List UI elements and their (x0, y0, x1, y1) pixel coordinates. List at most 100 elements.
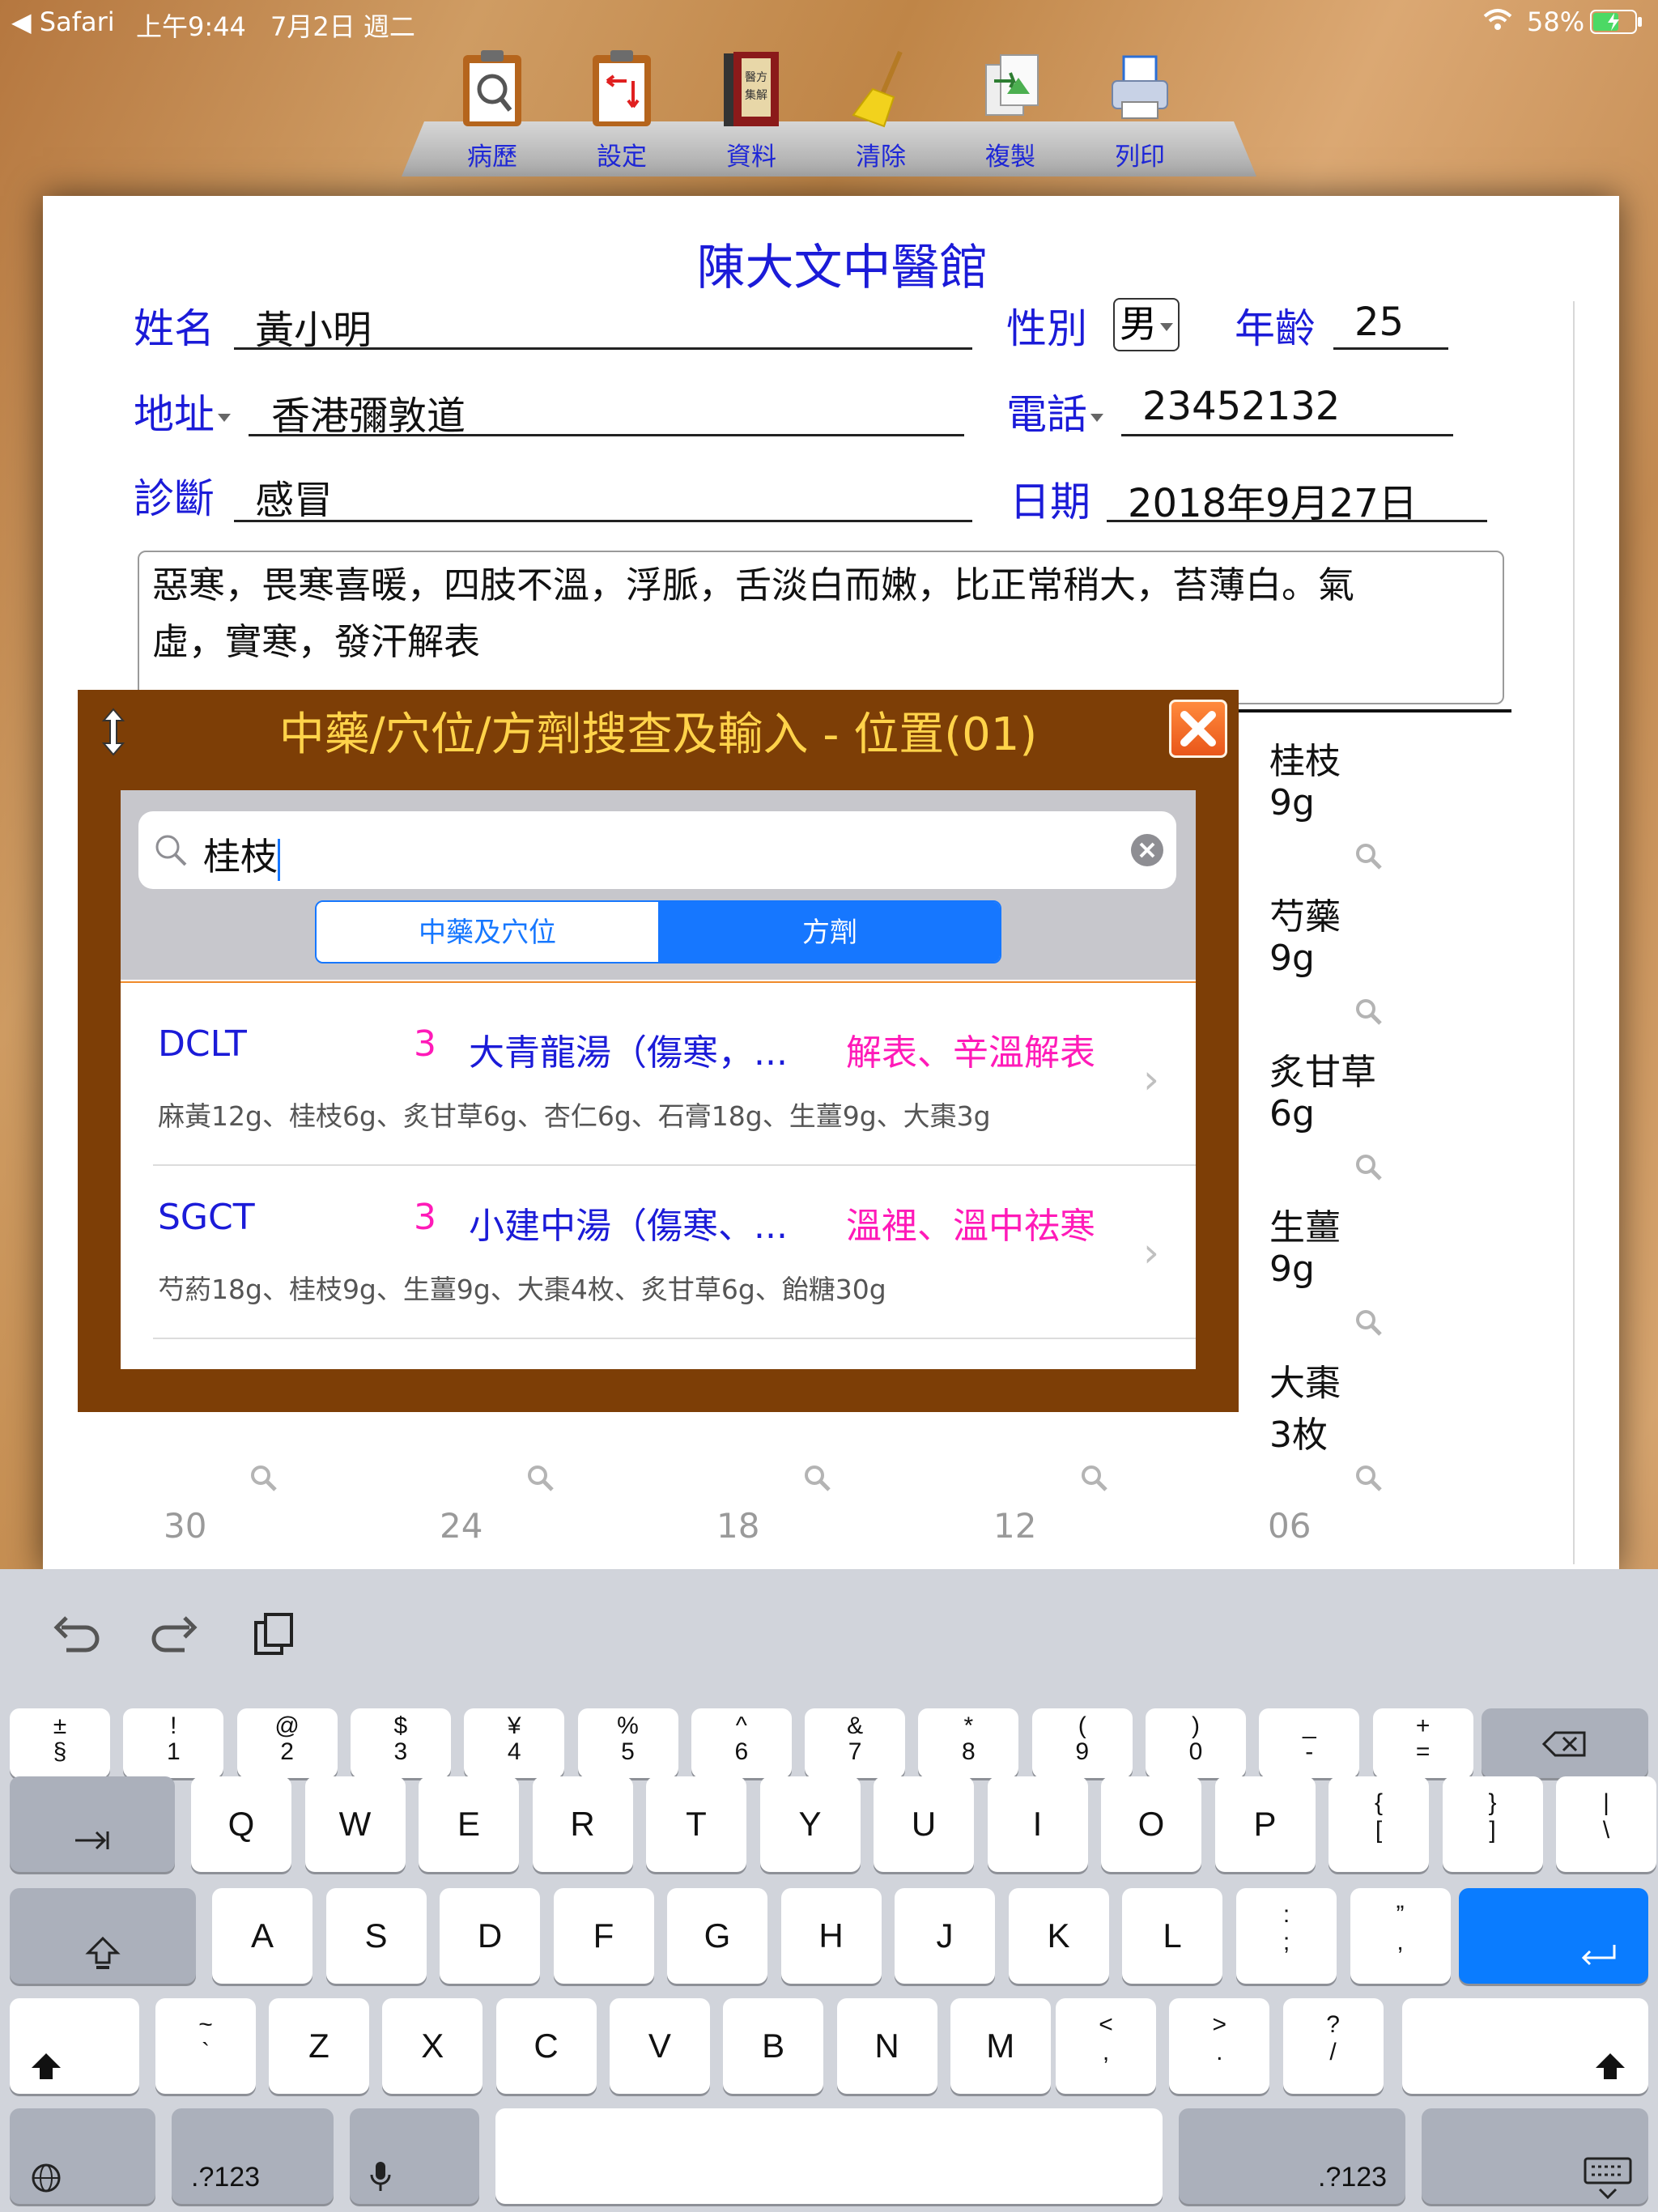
key-q[interactable]: Q (191, 1776, 291, 1872)
caps-lock-key[interactable] (10, 1888, 196, 1984)
key-§[interactable]: ± § (10, 1708, 110, 1778)
key-m[interactable]: M (950, 1998, 1051, 2094)
search-icon[interactable] (249, 1464, 278, 1493)
records-button[interactable]: 病歷 (444, 45, 541, 175)
key-t[interactable]: T (646, 1776, 746, 1872)
space-bar[interactable] (495, 2108, 1163, 2204)
key-w[interactable]: W (304, 1776, 406, 1872)
settings-button[interactable]: 設定 (573, 45, 670, 175)
key-0[interactable]: ) 0 (1146, 1708, 1246, 1778)
result-row[interactable]: DCLT 3 大青龍湯（傷寒，... 解表、辛溫解表 麻黃12g、桂枝6g、炙甘… (121, 991, 1196, 1164)
key-i[interactable]: I (987, 1776, 1088, 1872)
gender-select[interactable]: 男 (1113, 298, 1180, 351)
key-symbol[interactable]: ? / (1282, 1998, 1384, 2094)
copy-button[interactable]: 複製 (962, 45, 1059, 175)
key-5[interactable]: % 5 (577, 1708, 678, 1778)
address-label[interactable]: 地址 (134, 382, 231, 440)
hide-keyboard-key[interactable] (1422, 2108, 1648, 2204)
key--[interactable]: _ - (1259, 1708, 1360, 1778)
key-r[interactable]: R (532, 1776, 633, 1872)
key-7[interactable]: & 7 (805, 1708, 906, 1778)
key-shift-label: ± (53, 1712, 67, 1739)
dictation-key[interactable] (350, 2108, 479, 2204)
key-h[interactable]: H (780, 1888, 882, 1984)
key-p[interactable]: P (1214, 1776, 1316, 1872)
key-6[interactable]: ^ 6 (691, 1708, 792, 1778)
key-8[interactable]: * 8 (918, 1708, 1019, 1778)
search-icon[interactable] (1354, 1153, 1384, 1182)
numbers-key[interactable]: .?123 (172, 2108, 334, 2204)
phone-label[interactable]: 電話 (1006, 382, 1103, 440)
key-3[interactable]: $3 (350, 1708, 451, 1778)
tab-herbs-acupoints[interactable]: 中藥及穴位 (317, 902, 658, 962)
result-row[interactable]: SGCT 3 小建中湯（傷寒、... 溫裡、溫中祛寒 芍葯18g、桂枝9g、生薑… (121, 1164, 1196, 1338)
key-symbol[interactable]: >. (1169, 1998, 1270, 2094)
svg-text:醫方: 醫方 (745, 71, 767, 84)
phone-field[interactable]: 23452132 (1142, 384, 1340, 429)
key-symbol[interactable]: | \ (1556, 1776, 1656, 1872)
key-9[interactable]: (9 (1031, 1708, 1133, 1778)
key-u[interactable]: U (874, 1776, 974, 1872)
search-icon[interactable] (1354, 998, 1384, 1027)
key-symbol[interactable]: }] (1442, 1776, 1543, 1872)
key-symbol[interactable]: :; (1236, 1888, 1337, 1984)
key-j[interactable]: J (895, 1888, 995, 1984)
key-y[interactable]: Y (759, 1776, 861, 1872)
key-c[interactable]: C (495, 1998, 597, 2094)
key-x[interactable]: X (382, 1998, 483, 2094)
clear-button[interactable]: 清除 (832, 45, 929, 175)
key-a[interactable]: A (212, 1888, 312, 1984)
search-icon[interactable] (803, 1464, 832, 1493)
key-z[interactable]: Z (269, 1998, 369, 2094)
key-symbol[interactable]: <, (1056, 1998, 1156, 2094)
key-b[interactable]: B (723, 1998, 824, 2094)
notes-textarea[interactable]: 惡寒，畏寒喜暖，四肢不溫，浮脈，舌淡白而嫩，比正常稍大，苔薄白。氣 虛，實寒，發… (138, 551, 1504, 704)
key-label: R (570, 1805, 595, 1843)
key-symbol[interactable]: {[ (1329, 1776, 1429, 1872)
key-o[interactable]: O (1101, 1776, 1201, 1872)
diagnosis-field[interactable]: 感冒 (255, 468, 333, 525)
key-=[interactable]: + = (1372, 1708, 1473, 1778)
shift-key-right[interactable] (1402, 1998, 1648, 2094)
data-button[interactable]: 醫方 集解 資料 (703, 45, 800, 175)
key-1[interactable]: ! 1 (123, 1708, 224, 1778)
paste-icon[interactable] (251, 1610, 296, 1658)
back-to-safari[interactable]: ◀ Safari (11, 6, 115, 37)
key-symbol[interactable]: ~ ` (155, 1998, 256, 2094)
close-button[interactable] (1169, 700, 1227, 758)
tab-key[interactable] (10, 1776, 175, 1872)
delete-key[interactable] (1482, 1708, 1648, 1778)
address-field[interactable]: 香港彌敦道 (271, 384, 466, 440)
clear-text-icon[interactable] (1129, 832, 1165, 868)
search-icon[interactable] (1354, 842, 1384, 871)
key-v[interactable]: V (609, 1998, 710, 2094)
globe-key[interactable] (10, 2108, 155, 2204)
key-s[interactable]: S (325, 1888, 427, 1984)
undo-icon[interactable] (50, 1613, 102, 1658)
age-field[interactable]: 25 (1354, 300, 1404, 345)
key-shift-label: & (847, 1712, 864, 1739)
redo-icon[interactable] (149, 1613, 201, 1658)
key-symbol[interactable]: ”, (1350, 1888, 1451, 1984)
numbers-key[interactable]: .?123 (1179, 2108, 1405, 2204)
search-input[interactable]: 桂枝 (138, 811, 1176, 889)
key-d[interactable]: D (440, 1888, 540, 1984)
search-icon[interactable] (526, 1464, 555, 1493)
search-text: 桂枝 (203, 835, 278, 878)
key-k[interactable]: K (1008, 1888, 1109, 1984)
key-2[interactable]: @2 (236, 1708, 338, 1778)
search-icon[interactable] (1354, 1308, 1384, 1338)
key-n[interactable]: N (836, 1998, 937, 2094)
print-button[interactable]: 列印 (1091, 45, 1188, 175)
key-f[interactable]: F (553, 1888, 654, 1984)
key-4[interactable]: ¥4 (464, 1708, 565, 1778)
name-field[interactable]: 黃小明 (255, 298, 372, 355)
search-icon[interactable] (1080, 1464, 1109, 1493)
key-l[interactable]: L (1122, 1888, 1222, 1984)
search-icon[interactable] (1354, 1464, 1384, 1493)
tab-formulas[interactable]: 方劑 (658, 902, 1000, 962)
key-g[interactable]: G (667, 1888, 767, 1984)
return-key[interactable] (1459, 1888, 1648, 1984)
key-e[interactable]: E (419, 1776, 519, 1872)
shift-key-left[interactable] (10, 1998, 139, 2094)
